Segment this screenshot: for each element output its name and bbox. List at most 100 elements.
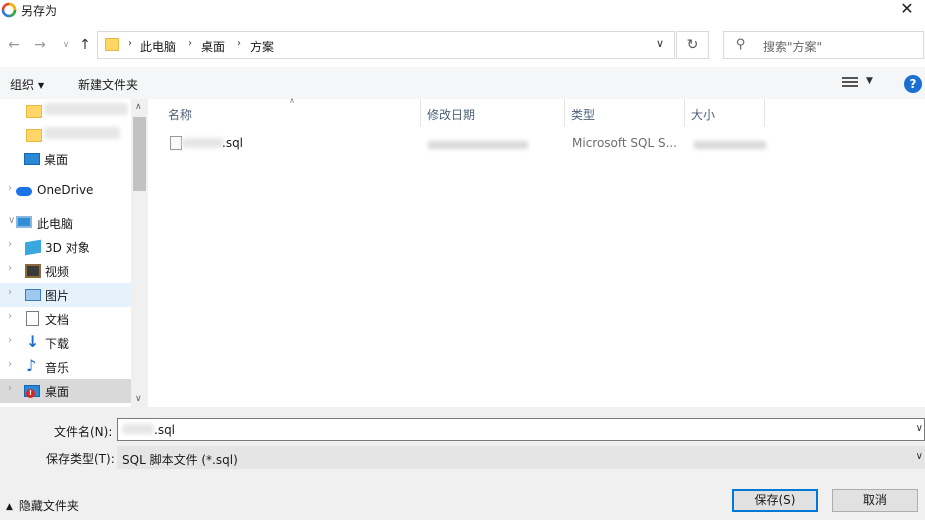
caret-down-icon: ▼ (38, 81, 45, 90)
chevron-right-icon[interactable]: › (8, 239, 12, 250)
nav-label-blurred (44, 103, 128, 115)
nav-item-videos[interactable]: › 视频 (0, 259, 131, 283)
nav-item-this-pc[interactable]: ∨ 此电脑 (0, 211, 131, 235)
chevron-right-icon[interactable]: › (8, 359, 12, 370)
nav-item-onedrive[interactable]: › OneDrive (0, 179, 131, 203)
blurred-filename (182, 138, 224, 148)
desktop-warning-icon (24, 385, 40, 398)
blurred-filename (122, 424, 154, 434)
nav-item-label: 下载 (45, 337, 70, 351)
nav-item-3d-objects[interactable]: › 3D 对象 (0, 235, 131, 259)
chevron-right-icon: › (128, 38, 132, 49)
filename-field[interactable]: .sql ∨ (117, 418, 925, 441)
column-header-date[interactable]: 修改日期 (421, 99, 565, 127)
chevron-right-icon[interactable]: › (8, 311, 12, 322)
app-icon (1, 2, 17, 18)
nav-item-label: 桌面 (44, 153, 69, 167)
downloads-icon: ↓ (26, 332, 40, 351)
filetype-value: SQL 脚本文件 (*.sql) (122, 453, 238, 467)
column-header-name[interactable]: 名称 (162, 99, 421, 127)
forward-arrow-icon[interactable]: → (31, 36, 49, 54)
filetype-select[interactable]: SQL 脚本文件 (*.sql) ∨ (117, 446, 925, 469)
chevron-down-icon[interactable]: ∨ (8, 215, 15, 226)
search-icon: ⚲ (736, 37, 746, 52)
nav-item-music[interactable]: › ♪ 音乐 (0, 355, 131, 379)
up-arrow-icon[interactable]: ↑ (76, 36, 94, 54)
chevron-right-icon[interactable]: › (8, 383, 12, 394)
close-icon[interactable]: ✕ (889, 0, 925, 20)
scroll-up-icon[interactable]: ∧ (135, 102, 142, 112)
nav-item-label: 文档 (45, 313, 70, 327)
nav-item-quick-1[interactable] (0, 99, 131, 123)
folder-icon (26, 105, 42, 118)
nav-item-label: 桌面 (45, 385, 70, 399)
back-arrow-icon[interactable]: ← (5, 36, 23, 54)
organize-button[interactable]: 组织 ▼ (10, 76, 44, 93)
column-label: 名称 (168, 108, 193, 122)
hide-folders-label: 隐藏文件夹 (18, 499, 79, 513)
file-name: .sql (222, 136, 244, 150)
column-header-size[interactable]: 大小 (685, 99, 765, 127)
3d-objects-icon (25, 239, 41, 256)
music-icon: ♪ (26, 356, 37, 375)
title-bar: 另存为 ✕ (0, 0, 925, 20)
help-icon[interactable]: ? (904, 75, 922, 93)
documents-icon (26, 311, 39, 326)
onedrive-cloud-icon (16, 187, 32, 196)
breadcrumb-scheme[interactable]: 方案 (250, 38, 274, 55)
refresh-icon[interactable]: ↻ (676, 31, 709, 59)
search-placeholder: 搜索"方案" (763, 40, 823, 54)
cancel-button[interactable]: 取消 (832, 489, 918, 512)
breadcrumb-this-pc[interactable]: 此电脑 (140, 38, 176, 55)
folder-icon (26, 129, 42, 142)
nav-item-label: OneDrive (37, 183, 94, 197)
save-button[interactable]: 保存(S) (732, 489, 818, 512)
scroll-thumb[interactable] (133, 117, 146, 191)
nav-item-label: 3D 对象 (45, 241, 90, 255)
nav-item-downloads[interactable]: › ↓ 下载 (0, 331, 131, 355)
caret-down-icon[interactable]: ▼ (866, 76, 873, 86)
column-label: 类型 (571, 108, 596, 122)
breadcrumb-desktop[interactable]: 桌面 (201, 38, 225, 55)
chevron-down-icon[interactable]: ∨ (916, 451, 923, 462)
column-label: 大小 (691, 108, 716, 122)
this-pc-icon (16, 216, 32, 228)
nav-item-pictures[interactable]: › 图片 (0, 283, 131, 307)
nav-item-desktop[interactable]: › 桌面 (0, 379, 131, 403)
blurred-size (694, 141, 766, 149)
pictures-icon (25, 289, 41, 301)
chevron-up-icon: ▲ (6, 502, 13, 512)
column-header-type[interactable]: 类型 (565, 99, 685, 127)
blurred-date (428, 141, 528, 149)
sql-file-icon (170, 136, 182, 150)
chevron-right-icon[interactable]: › (8, 335, 12, 346)
nav-item-label: 此电脑 (37, 217, 74, 231)
view-options-icon[interactable] (842, 76, 858, 90)
chevron-right-icon[interactable]: › (8, 263, 12, 274)
scroll-down-icon[interactable]: ∨ (135, 394, 142, 404)
filename-label: 文件名(N): (54, 425, 113, 439)
nav-label-blurred (44, 127, 120, 139)
folder-icon (105, 38, 119, 51)
filename-value: .sql (154, 423, 176, 437)
chevron-down-icon[interactable]: ∨ (916, 423, 923, 434)
chevron-right-icon: › (237, 38, 241, 49)
new-folder-button[interactable]: 新建文件夹 (78, 76, 138, 93)
chevron-right-icon[interactable]: › (8, 287, 12, 298)
chevron-down-icon[interactable]: ∨ (656, 37, 664, 50)
nav-item-documents[interactable]: › 文档 (0, 307, 131, 331)
recent-locations-chevron-icon[interactable]: ∨ (57, 36, 75, 54)
chevron-right-icon[interactable]: › (8, 183, 12, 194)
chevron-right-icon: › (188, 38, 192, 49)
nav-item-quick-2[interactable] (0, 123, 131, 147)
file-row[interactable]: .sql Microsoft SQL S... (160, 131, 780, 155)
command-toolbar: 组织 ▼ 新建文件夹 ▼ ? (0, 67, 925, 99)
address-bar[interactable]: › 此电脑 › 桌面 › 方案 ∨ (97, 31, 675, 59)
nav-scrollbar[interactable]: ∧ ∨ (131, 99, 148, 407)
nav-item-desktop-quick[interactable]: 桌面 (0, 147, 131, 171)
window-title: 另存为 (21, 4, 58, 18)
nav-item-label: 音乐 (45, 361, 70, 375)
hide-folders-toggle[interactable]: ▲ 隐藏文件夹 (6, 497, 79, 514)
search-input[interactable]: ⚲ 搜索"方案" (723, 31, 924, 59)
filetype-label: 保存类型(T): (46, 452, 115, 466)
